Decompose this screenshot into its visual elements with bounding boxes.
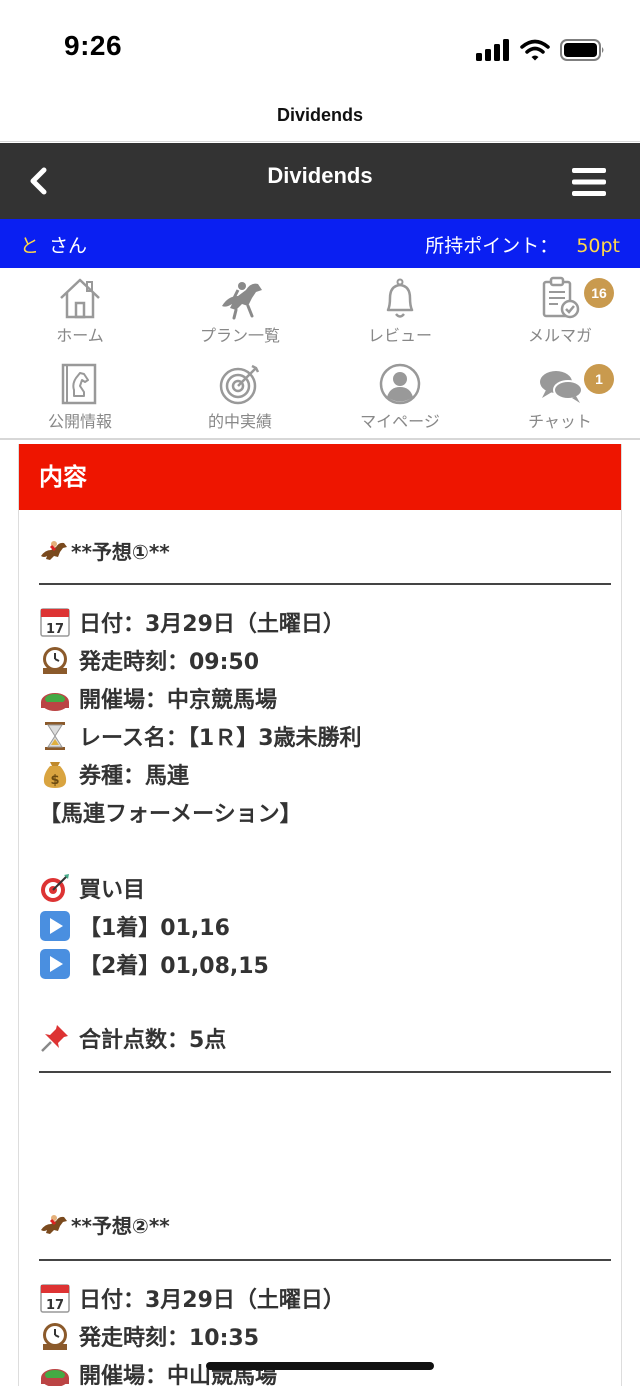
hamburger-menu-icon[interactable]	[572, 167, 606, 197]
bell-icon	[386, 278, 414, 318]
nav-item-home[interactable]: ホーム	[0, 268, 160, 354]
mailmag-badge: 16	[584, 278, 614, 308]
nav-label-hit-record: 的中実績	[207, 412, 272, 431]
pushpin-icon	[39, 1022, 71, 1054]
prediction1-buy-label: 買い目	[79, 878, 146, 903]
play-button-icon	[39, 910, 71, 942]
prediction1-pick1-line: 【1着】01,16	[39, 910, 230, 942]
prediction1-race-line: レース名：【1Ｒ】3歳未勝利	[39, 720, 362, 752]
prediction1-formation-line: 【馬連フォーメーション】	[39, 796, 302, 828]
status-time: 9:26	[64, 30, 123, 61]
prediction1-title: **予想①**	[71, 540, 170, 564]
home-indicator[interactable]	[206, 1362, 434, 1370]
prediction1-pick2: 【2着】01,08,15	[79, 954, 269, 979]
user-icon	[379, 363, 421, 405]
nav-label-chat: チャット	[528, 412, 592, 431]
points-value: 50pt	[576, 235, 620, 257]
user-bar: とさん 所持ポイント： 50pt	[0, 219, 640, 268]
nav-item-mypage[interactable]: マイページ	[320, 354, 480, 440]
horse-racing-icon	[39, 1212, 69, 1238]
prediction1-total-line: 合計点数：5点	[39, 1022, 226, 1054]
cellular-signal-icon	[476, 39, 509, 61]
card-header: 内容	[19, 444, 621, 510]
horse-racing-icon	[39, 538, 69, 564]
svg-text:17: 17	[46, 1298, 64, 1313]
user-name-suffix: さん	[49, 235, 88, 257]
prediction1-pick1: 【1着】01,16	[79, 916, 230, 941]
prediction1-venue-line: 開催場：中京競馬場	[39, 682, 277, 714]
prediction1-buy-line: 買い目	[39, 872, 145, 904]
prediction1-formation: 【馬連フォーメーション】	[39, 802, 302, 827]
prediction1-venue: 開催場：中京競馬場	[79, 688, 278, 713]
divider	[39, 583, 611, 585]
prediction2-start-time: 発走時刻：10:35	[79, 1326, 260, 1351]
svg-text:17: 17	[46, 622, 64, 637]
prediction1-race-name: レース名：【1Ｒ】3歳未勝利	[79, 726, 362, 751]
money-bag-icon: $	[39, 758, 71, 790]
divider	[39, 1259, 611, 1261]
dart-target-icon	[39, 872, 71, 904]
points-label: 所持ポイント：	[425, 235, 559, 257]
prediction2-date: 日付：3月29日（土曜日）	[79, 1288, 345, 1313]
chess-knight-book-icon	[61, 363, 97, 405]
prediction1-ticket-line: $ 券種：馬連	[39, 758, 189, 790]
wifi-icon	[520, 39, 550, 61]
nav-item-mailmag[interactable]: 16 メルマガ	[480, 268, 640, 354]
prediction1-start-time: 発走時刻：09:50	[79, 650, 260, 675]
prediction1-time-line: 発走時刻：09:50	[39, 644, 259, 676]
app-bar: Dividends	[0, 143, 640, 219]
nav-item-public-info[interactable]: 公開情報	[0, 354, 160, 440]
status-icons	[476, 38, 606, 62]
app-bar-title: Dividends	[267, 163, 373, 188]
battery-icon	[560, 39, 604, 61]
nav-item-plans[interactable]: プラン一覧	[160, 268, 320, 354]
page-title: Dividends	[0, 96, 640, 142]
chat-badge: 1	[584, 364, 614, 394]
prediction1-date-line: 17 日付：3月29日（土曜日）	[39, 606, 345, 638]
prediction2-title-line: **予想②**	[39, 1210, 170, 1239]
nav-item-review[interactable]: レビュー	[320, 268, 480, 354]
home-icon	[60, 278, 100, 319]
calendar-icon: 17	[39, 606, 71, 638]
clock-icon	[39, 644, 71, 676]
divider	[39, 1071, 611, 1073]
svg-text:$: $	[50, 773, 59, 788]
nav-item-hit-record[interactable]: 的中実績	[160, 354, 320, 440]
prediction1-ticket-type: 券種：馬連	[79, 764, 190, 789]
nav-label-mailmag: メルマガ	[527, 326, 592, 345]
chat-bubbles-icon	[540, 371, 583, 403]
nav-grid: ホーム プラン一覧 レビュー 16 メルマガ 公開情報 的中実績 マイページ 1…	[0, 268, 640, 440]
prediction1-title-line: **予想①**	[39, 536, 170, 565]
stadium-icon	[39, 1358, 71, 1386]
status-bar: 9:26	[0, 0, 640, 96]
play-button-icon	[39, 948, 71, 980]
content-card: 内容 **予想①** 17 日付：3月29日（土曜日） 発走時刻：09:50 開…	[18, 444, 622, 1386]
prediction1-pick2-line: 【2着】01,08,15	[39, 948, 269, 980]
prediction1-date: 日付：3月29日（土曜日）	[79, 612, 345, 637]
user-name: とさん	[20, 231, 87, 258]
points-display: 所持ポイント： 50pt	[425, 231, 620, 258]
stadium-icon	[39, 682, 71, 714]
horse-rider-icon	[222, 282, 262, 320]
prediction2-title: **予想②**	[71, 1214, 170, 1238]
calendar-icon: 17	[39, 1282, 71, 1314]
hourglass-icon	[39, 720, 71, 752]
target-icon	[219, 364, 260, 405]
user-name-first: と	[20, 235, 40, 257]
prediction2-time-line: 発走時刻：10:35	[39, 1320, 259, 1352]
clock-icon	[39, 1320, 71, 1352]
prediction2-date-line: 17 日付：3月29日（土曜日）	[39, 1282, 345, 1314]
nav-label-home: ホーム	[56, 326, 104, 345]
nav-label-mypage: マイページ	[360, 412, 440, 431]
nav-label-public-info: 公開情報	[47, 412, 112, 431]
prediction1-total: 合計点数：5点	[79, 1028, 227, 1053]
nav-label-plans: プラン一覧	[199, 326, 280, 345]
clipboard-check-icon	[542, 276, 580, 319]
nav-label-review: レビュー	[367, 326, 432, 345]
nav-item-chat[interactable]: 1 チャット	[480, 354, 640, 440]
